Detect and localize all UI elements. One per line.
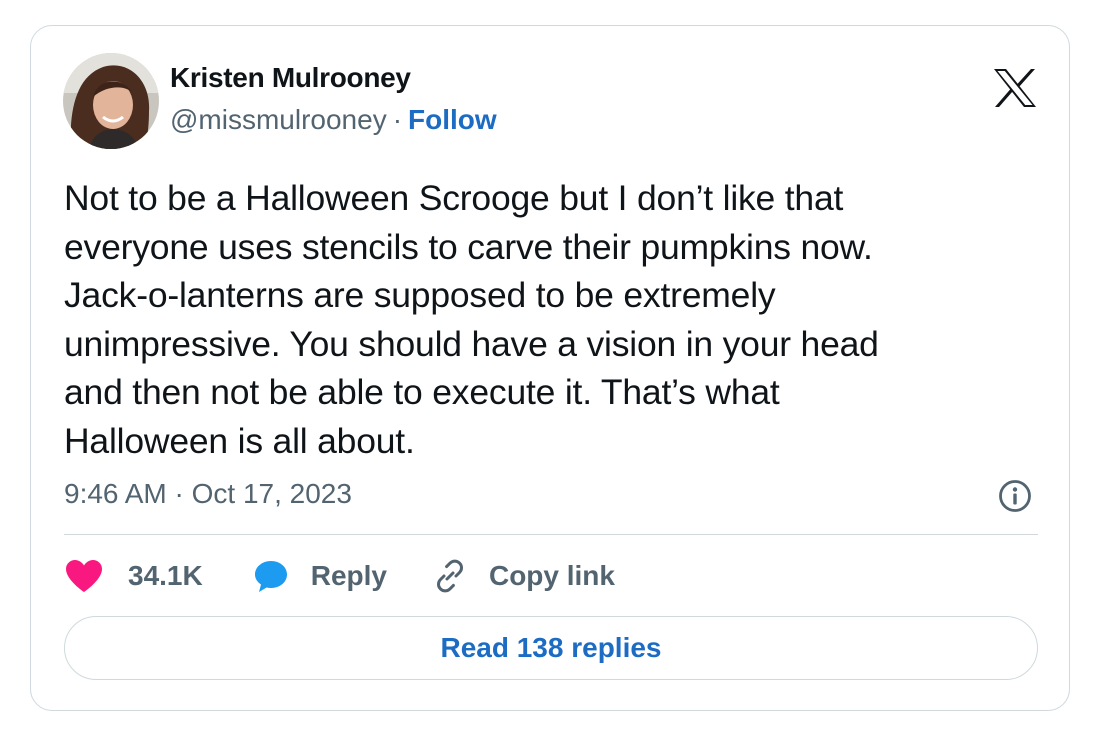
avatar[interactable] xyxy=(63,53,159,149)
x-logo-icon[interactable] xyxy=(993,68,1037,108)
read-replies-button[interactable]: Read 138 replies xyxy=(64,616,1038,680)
heart-icon xyxy=(64,559,104,593)
tweet-line: everyone uses stencils to carve their pu… xyxy=(64,226,873,267)
tweet-line: Not to be a Halloween Scrooge but I don’… xyxy=(64,178,844,218)
tweet-line: Halloween is all about. xyxy=(64,420,415,461)
tweet-card: Kristen Mulrooney @missmulrooney · Follow … xyxy=(30,25,1070,711)
action-bar: 34.1K Reply Copy link xyxy=(64,556,615,596)
like-count: 34.1K xyxy=(128,560,203,591)
link-icon xyxy=(433,559,467,593)
reply-label: Reply xyxy=(310,560,387,591)
display-name[interactable]: Kristen Mulrooney xyxy=(170,62,411,94)
info-icon[interactable] xyxy=(998,479,1032,513)
speech-bubble-icon xyxy=(253,558,289,594)
timestamp[interactable]: 9:46 AM · Oct 17, 2023 xyxy=(64,478,352,510)
copy-link-button[interactable]: Copy link xyxy=(433,559,615,593)
follow-button[interactable]: Follow xyxy=(408,104,497,135)
separator-dot: · xyxy=(392,104,403,135)
tweet-text: Not to be a Halloween Scrooge but I don’… xyxy=(64,174,1024,465)
copy-link-label: Copy link xyxy=(488,560,615,591)
tweet-line: Jack-o-lanterns are supposed to be extre… xyxy=(64,275,776,315)
avatar-image xyxy=(63,53,159,149)
like-button[interactable]: 34.1K xyxy=(64,559,203,593)
handle-row: @missmulrooney · Follow xyxy=(170,104,497,136)
reply-button[interactable]: Reply xyxy=(253,558,387,594)
tweet-line: and then not be able to execute it. That… xyxy=(64,372,780,412)
handle[interactable]: @missmulrooney xyxy=(170,104,387,135)
tweet-line: unimpressive. You should have a vision i… xyxy=(64,323,879,364)
divider xyxy=(64,534,1038,535)
